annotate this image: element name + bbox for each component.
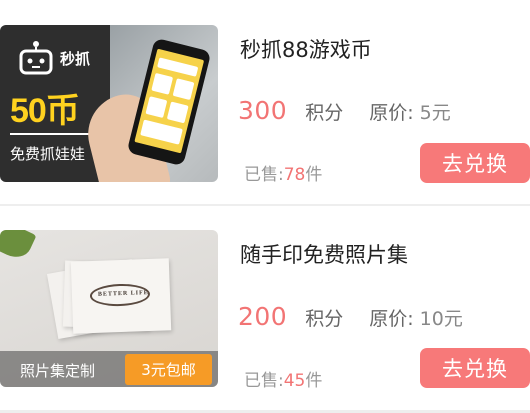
points-unit: 积分: [305, 308, 344, 330]
product-title[interactable]: 秒抓88游戏币: [240, 34, 372, 64]
product-item[interactable]: 秒抓 50币 免费抓娃娃 秒抓88游戏币 300 积分 原价: 5元 已售:78…: [0, 0, 530, 206]
sold-unit: 件: [305, 165, 323, 185]
points-price: 200: [238, 302, 288, 331]
sold-number: 45: [283, 371, 306, 391]
original-price: 5元: [419, 102, 451, 124]
product-item[interactable]: BETTER LIFE 照片集定制 3元包邮 随手印免费照片集 200 积分 原…: [0, 206, 530, 412]
sold-count: 已售:45件: [244, 366, 322, 391]
product-title[interactable]: 随手印免费照片集: [240, 239, 408, 269]
product-thumbnail[interactable]: BETTER LIFE 照片集定制 3元包邮: [0, 230, 218, 387]
coin-amount: 50币: [10, 92, 80, 130]
photo-card-front: BETTER LIFE: [70, 258, 172, 334]
price-row: 200 积分 原价: 10元: [238, 302, 463, 331]
original-price: 10元: [419, 308, 463, 330]
shipping-badge: 3元包邮: [125, 354, 212, 385]
sold-number: 78: [283, 165, 306, 185]
caption-text: 照片集定制: [20, 362, 96, 380]
brand-name: 秒抓: [60, 50, 91, 68]
product-thumbnail[interactable]: 秒抓 50币 免费抓娃娃: [0, 25, 218, 182]
robot-logo-icon: [19, 41, 53, 75]
original-price-label: 原价:: [369, 308, 414, 330]
promo-subtitle: 免费抓娃娃: [10, 145, 86, 163]
points-price: 300: [238, 96, 288, 125]
sold-label: 已售:: [244, 371, 284, 391]
redeem-button[interactable]: 去兑换: [420, 348, 530, 388]
sold-label: 已售:: [244, 165, 284, 185]
points-unit: 积分: [305, 102, 344, 124]
price-row: 300 积分 原价: 5元: [238, 96, 451, 125]
divider-line: [10, 133, 96, 135]
redeem-button[interactable]: 去兑换: [420, 143, 530, 183]
sold-unit: 件: [305, 371, 323, 391]
original-price-label: 原价:: [369, 102, 414, 124]
sold-count: 已售:78件: [244, 160, 322, 185]
